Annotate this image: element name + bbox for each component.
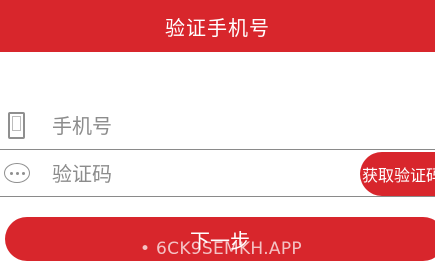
chat-bubble-icon: [4, 163, 30, 183]
code-row: 获取验证码: [0, 149, 435, 197]
page-title: 验证手机号: [165, 15, 270, 40]
phone-row: [0, 102, 435, 150]
verification-code-input[interactable]: [52, 159, 342, 189]
get-code-button[interactable]: 获取验证码: [360, 152, 435, 196]
header-bar: 验证手机号: [0, 0, 435, 52]
phone-input[interactable]: [52, 111, 342, 141]
phone-icon: [8, 112, 25, 139]
next-button[interactable]: 下一步: [5, 217, 435, 261]
